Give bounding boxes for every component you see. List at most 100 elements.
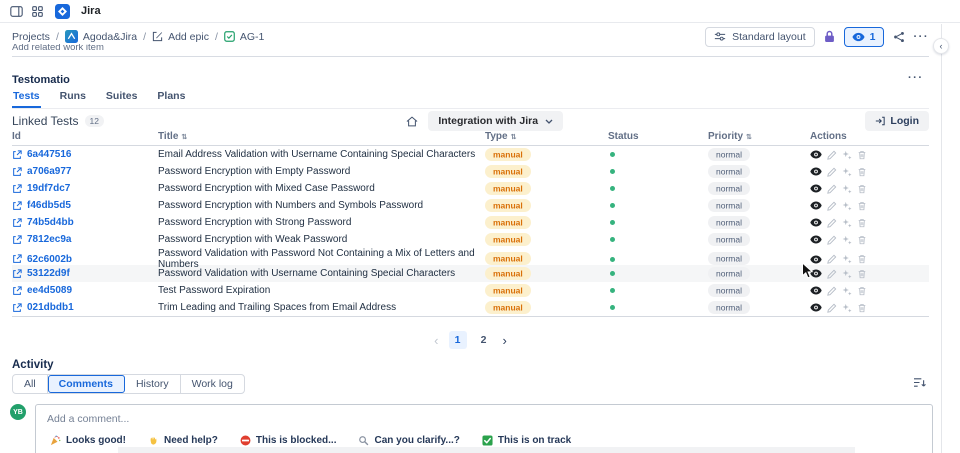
status-dot xyxy=(610,186,615,191)
tab-suites[interactable]: Suites xyxy=(105,90,139,108)
add-epic-icon xyxy=(152,31,163,42)
quick-reply-label: Can you clarify...? xyxy=(374,435,460,446)
edit-test-button[interactable] xyxy=(827,201,837,211)
ai-generate-button[interactable] xyxy=(842,201,852,211)
quick-reply-button[interactable]: Need help? xyxy=(148,435,218,446)
edit-test-button[interactable] xyxy=(827,218,837,228)
status-dot xyxy=(610,288,615,293)
app-switcher-icon[interactable] xyxy=(32,5,43,17)
column-header-type[interactable]: Type ⇅ xyxy=(485,131,608,142)
delete-test-button[interactable] xyxy=(857,150,867,160)
tab-tests[interactable]: Tests xyxy=(12,90,41,108)
collapse-panel-button[interactable]: ‹ xyxy=(933,38,949,54)
view-test-button[interactable] xyxy=(810,286,822,295)
edit-test-button[interactable] xyxy=(827,184,837,194)
share-icon[interactable] xyxy=(893,31,905,43)
breadcrumb-item[interactable]: Agoda&Jira xyxy=(64,30,137,43)
page-button-1[interactable]: 1 xyxy=(448,331,467,349)
testomatio-menu-button[interactable]: ··· xyxy=(908,72,924,84)
status-dot xyxy=(610,220,615,225)
breadcrumb-item[interactable]: AG-1 xyxy=(224,31,264,43)
test-id-link[interactable]: 62c6002b xyxy=(12,254,158,265)
test-id-link[interactable]: ee4d5089 xyxy=(12,285,158,296)
delete-test-button[interactable] xyxy=(857,218,867,228)
next-page-button[interactable]: › xyxy=(501,334,509,347)
test-id-link[interactable]: a706a977 xyxy=(12,166,158,177)
activity-tab-history[interactable]: History xyxy=(125,375,181,393)
tab-runs[interactable]: Runs xyxy=(59,90,87,108)
ai-generate-button[interactable] xyxy=(842,218,852,228)
delete-test-button[interactable] xyxy=(857,269,867,279)
quick-reply-button[interactable]: This is on track xyxy=(482,435,571,446)
standard-layout-button[interactable]: Standard layout xyxy=(705,26,815,47)
edit-test-button[interactable] xyxy=(827,254,837,264)
edit-test-button[interactable] xyxy=(827,235,837,245)
view-test-button[interactable] xyxy=(810,218,822,227)
login-button[interactable]: Login xyxy=(865,111,929,131)
edit-test-button[interactable] xyxy=(827,286,837,296)
ai-generate-button[interactable] xyxy=(842,167,852,177)
activity-tab-comments[interactable]: Comments xyxy=(47,375,125,393)
quick-reply-button[interactable]: This is blocked... xyxy=(240,435,336,446)
test-id-link[interactable]: 53122d9f xyxy=(12,268,158,279)
jira-logo-icon[interactable] xyxy=(55,3,70,19)
activity-tab-all[interactable]: All xyxy=(13,375,48,393)
view-test-button[interactable] xyxy=(810,167,822,176)
watchers-button[interactable]: 1 xyxy=(843,26,884,47)
breadcrumb-separator: / xyxy=(143,30,147,43)
quick-reply-button[interactable]: Can you clarify...? xyxy=(358,435,460,446)
delete-test-button[interactable] xyxy=(857,184,867,194)
test-title: Test Password Expiration xyxy=(158,285,271,296)
test-id-link[interactable]: 021dbdb1 xyxy=(12,302,158,313)
view-test-button[interactable] xyxy=(810,303,822,312)
test-id-link[interactable]: 6a447516 xyxy=(12,149,158,160)
tab-plans[interactable]: Plans xyxy=(156,90,186,108)
integration-dropdown[interactable]: Integration with Jira xyxy=(428,111,564,131)
breadcrumb-item[interactable]: Add epic xyxy=(152,31,209,43)
view-test-button[interactable] xyxy=(810,184,822,193)
delete-test-button[interactable] xyxy=(857,235,867,245)
test-id-link[interactable]: 19df7dc7 xyxy=(12,183,158,194)
ai-generate-button[interactable] xyxy=(842,184,852,194)
top-navigation: Jira xyxy=(0,0,960,23)
edit-test-button[interactable] xyxy=(827,167,837,177)
column-header-title[interactable]: Title ⇅ xyxy=(158,131,485,142)
ai-generate-button[interactable] xyxy=(842,254,852,264)
delete-test-button[interactable] xyxy=(857,286,867,296)
test-title: Password Encryption with Numbers and Sym… xyxy=(158,200,424,211)
test-id-link[interactable]: 7812ec9a xyxy=(12,234,158,245)
test-id: a706a977 xyxy=(27,166,72,177)
sort-order-icon[interactable] xyxy=(913,377,926,388)
comment-input[interactable]: Add a comment... xyxy=(47,413,932,425)
view-test-button[interactable] xyxy=(810,235,822,244)
view-test-button[interactable] xyxy=(810,150,822,159)
edit-test-button[interactable] xyxy=(827,303,837,313)
edit-test-button[interactable] xyxy=(827,269,837,279)
test-id-link[interactable]: f46db5d5 xyxy=(12,200,158,211)
edit-test-button[interactable] xyxy=(827,150,837,160)
previous-page-button[interactable]: ‹ xyxy=(432,334,440,347)
test-id-link[interactable]: 74b5d4bb xyxy=(12,217,158,228)
page-button-2[interactable]: 2 xyxy=(475,331,493,349)
quick-reply-button[interactable]: Looks good! xyxy=(50,435,126,446)
delete-test-button[interactable] xyxy=(857,303,867,313)
comment-box[interactable]: Add a comment... Looks good! Need help? Th… xyxy=(35,404,933,453)
ai-generate-button[interactable] xyxy=(842,235,852,245)
pagination: ‹ 1 2 › xyxy=(12,331,929,349)
more-actions-button[interactable]: ··· xyxy=(914,31,930,43)
activity-tab-work-log[interactable]: Work log xyxy=(181,375,244,393)
column-header-priority[interactable]: Priority ⇅ xyxy=(708,131,810,142)
breadcrumb-item[interactable]: Projects xyxy=(12,31,50,43)
sidebar-toggle-icon[interactable] xyxy=(10,5,23,17)
ai-generate-button[interactable] xyxy=(842,286,852,296)
ai-generate-button[interactable] xyxy=(842,150,852,160)
home-icon[interactable] xyxy=(406,116,418,127)
delete-test-button[interactable] xyxy=(857,201,867,211)
delete-test-button[interactable] xyxy=(857,254,867,264)
delete-test-button[interactable] xyxy=(857,167,867,177)
lock-icon[interactable] xyxy=(824,30,835,43)
view-test-button[interactable] xyxy=(810,201,822,210)
ai-generate-button[interactable] xyxy=(842,303,852,313)
add-related-work-item[interactable]: Add related work item xyxy=(12,44,104,53)
ai-generate-button[interactable] xyxy=(842,269,852,279)
